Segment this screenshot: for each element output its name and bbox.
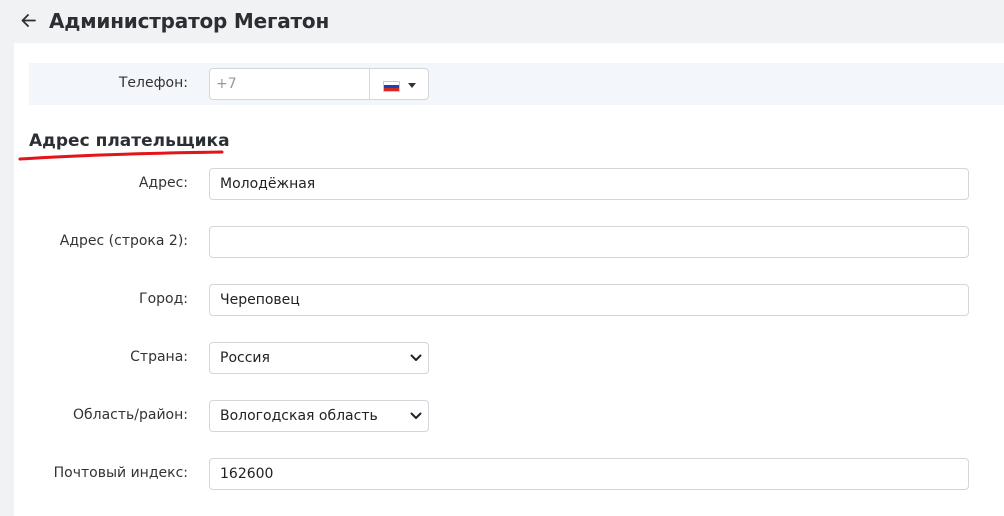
page-header: Администратор Мегатон: [0, 0, 1004, 43]
left-gutter: [0, 43, 14, 516]
annotation-underline: [18, 150, 224, 161]
arrow-left-icon: [21, 14, 36, 27]
chevron-down-icon: [410, 354, 422, 361]
address2-input[interactable]: [209, 226, 969, 258]
country-select-value: Россия: [220, 350, 270, 366]
city-label: Город:: [139, 291, 188, 307]
city-input[interactable]: Череповец: [209, 284, 969, 316]
country-code-dropdown[interactable]: [369, 68, 429, 100]
region-select-value: Вологодская область: [220, 408, 378, 424]
country-label: Страна:: [130, 349, 188, 365]
phone-label: Телефон:: [118, 75, 188, 91]
chevron-down-icon: [410, 412, 422, 419]
address-label: Адрес:: [138, 175, 188, 191]
zip-input[interactable]: 162600: [209, 458, 969, 490]
address-input[interactable]: Молодёжная: [209, 168, 969, 200]
region-label: Область/район:: [72, 407, 188, 423]
zip-label: Почтовый индекс:: [53, 465, 188, 481]
caret-down-icon: [408, 83, 416, 88]
region-select[interactable]: Вологодская область: [209, 400, 429, 432]
back-button[interactable]: [14, 6, 44, 36]
address2-label: Адрес (строка 2):: [59, 233, 188, 249]
page-title: Администратор Мегатон: [49, 9, 330, 33]
country-select[interactable]: Россия: [209, 342, 429, 374]
phone-input[interactable]: +7: [209, 68, 370, 100]
russia-flag-icon: [383, 81, 400, 92]
